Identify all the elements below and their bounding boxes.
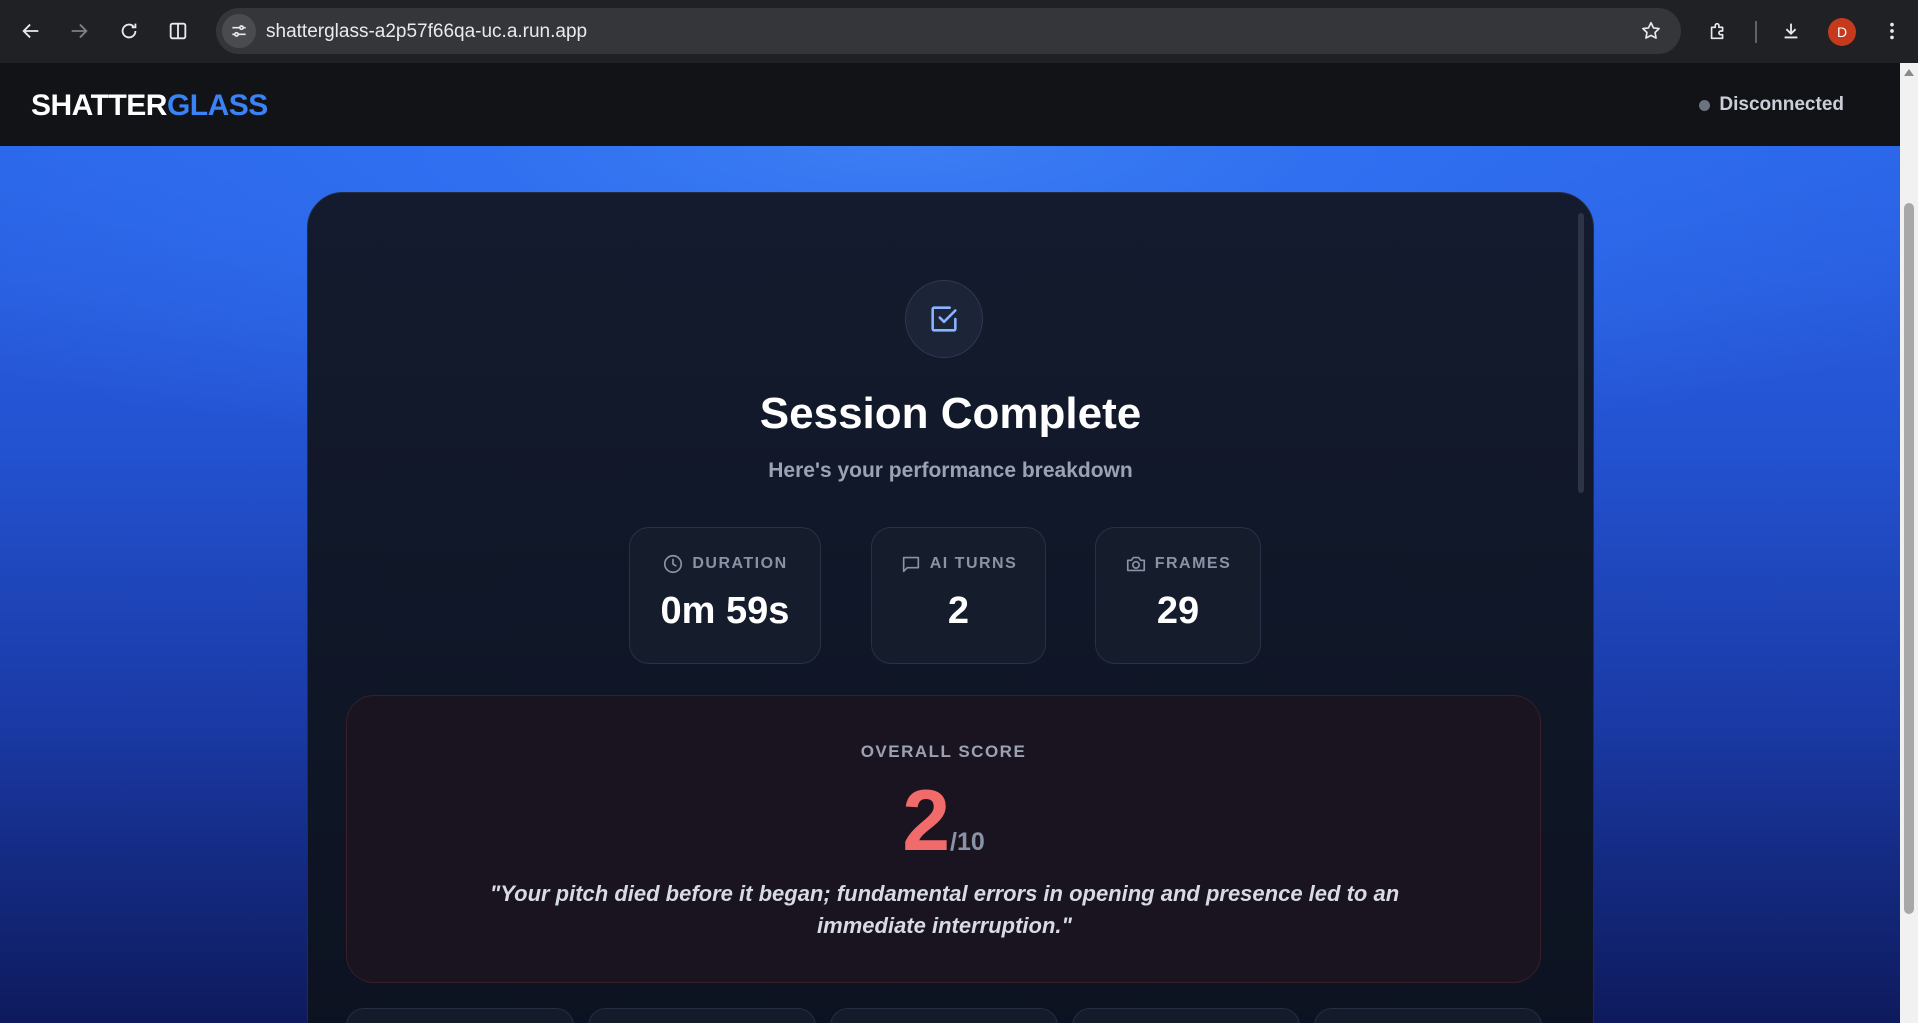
category-card [1314,1008,1542,1023]
page-subtitle: Here's your performance breakdown [768,459,1133,482]
stat-value: 29 [1156,590,1200,632]
scroll-up-arrow-icon[interactable] [1904,69,1914,76]
score-max: /10 [950,828,985,856]
logo-text-primary: SHATTER [31,89,167,122]
score-verdict-quote: "Your pitch died before it began; fundam… [489,881,1400,938]
stat-label: AI TURNS [929,555,1018,572]
bookmark-button[interactable] [1637,17,1665,45]
category-card [830,1008,1058,1023]
page-scrollbar[interactable] [1900,63,1918,1023]
more-vertical-icon [1890,22,1894,40]
clock-icon [664,554,683,574]
forward-button[interactable] [61,13,97,49]
category-card [1072,1008,1300,1023]
site-info-button[interactable] [222,14,256,48]
category-card [588,1008,816,1023]
connection-status: Disconnected [1699,94,1844,116]
category-card [346,1008,574,1023]
star-icon [1642,21,1660,39]
score-display: 2/10 [347,772,1540,871]
toolbar-divider [1755,21,1757,43]
browser-toolbar: shatterglass-a2p57f66qa-uc.a.run.app D [0,0,1918,63]
app-logo[interactable]: SHATTERGLASS [31,89,268,123]
reload-button[interactable] [111,13,147,49]
session-summary-card: Session Complete Here's your performance… [307,192,1594,1023]
check-badge [905,280,983,358]
split-view-button[interactable] [160,13,196,49]
puzzle-icon [1710,22,1724,40]
stat-value: 0m 59s [660,590,790,632]
logo-text-accent: GLASS [166,89,268,122]
stat-card-frames: FRAMES 29 [1095,527,1261,664]
chat-bubble-icon [902,556,919,573]
stat-card-ai-turns: AI TURNS 2 [871,527,1046,664]
downloads-button[interactable] [1773,13,1809,49]
camera-icon [1126,556,1145,572]
profile-avatar[interactable]: D [1828,18,1856,46]
url-text[interactable]: shatterglass-a2p57f66qa-uc.a.run.app [266,21,587,43]
stat-label: FRAMES [1154,555,1232,572]
extensions-button[interactable] [1700,13,1736,49]
stat-label: DURATION [692,555,788,572]
stat-value: 2 [947,590,970,632]
back-button[interactable] [13,13,49,49]
reload-icon [121,23,137,39]
back-arrow-icon [22,23,39,39]
app-header: SHATTERGLASS Disconnected [0,63,1900,146]
score-label: OVERALL SCORE [860,742,1027,761]
download-icon [1784,23,1798,39]
scroll-thumb[interactable] [1904,203,1914,914]
checkbox-checked-icon [931,306,957,332]
address-bar[interactable]: shatterglass-a2p57f66qa-uc.a.run.app [216,8,1681,54]
score-value: 2 [902,773,951,869]
overall-score-panel: OVERALL SCORE 2/10 "Your pitch died befo… [346,695,1541,983]
stat-card-duration: DURATION 0m 59s [629,527,821,664]
split-view-icon [169,22,187,40]
browser-menu-button[interactable] [1874,13,1910,49]
card-scrollbar[interactable] [1578,213,1584,493]
forward-arrow-icon [71,23,88,39]
tune-icon [232,25,246,37]
status-dot-icon [1699,99,1711,111]
page-title: Session Complete [759,389,1142,438]
status-label: Disconnected [1719,94,1844,115]
